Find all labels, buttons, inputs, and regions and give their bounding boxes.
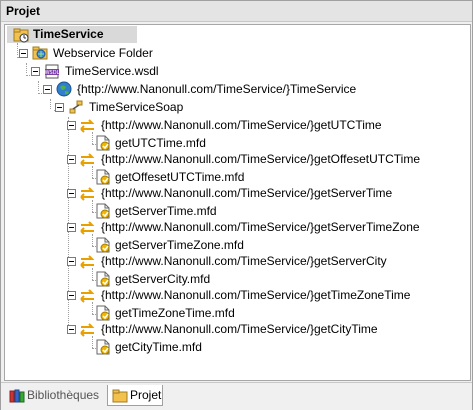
collapse-toggle[interactable]	[43, 85, 52, 94]
mapping-file-icon	[95, 169, 111, 185]
mapping-file-label: getServerTime.mfd	[115, 204, 217, 218]
tree-item-mapping-file[interactable]: getServerTimeZone.mfd	[95, 237, 275, 254]
tab-projet-label: Projet	[130, 388, 162, 402]
collapse-toggle[interactable]	[67, 189, 76, 198]
tab-bibliotheques[interactable]: Bibliothèques	[5, 385, 103, 406]
operation-label: {http://www.Nanonull.com/TimeService/}ge…	[101, 118, 382, 132]
collapse-toggle[interactable]	[55, 103, 64, 112]
svg-text:WSDL: WSDL	[45, 70, 60, 76]
mapping-file-icon	[95, 305, 111, 321]
tree-item-root[interactable]: TimeService	[7, 26, 137, 43]
port-icon	[68, 99, 84, 115]
operation-label: {http://www.Nanonull.com/TimeService/}ge…	[101, 152, 421, 166]
tree-item-operation[interactable]: {http://www.Nanonull.com/TimeService/}ge…	[67, 219, 427, 236]
collapse-toggle[interactable]	[19, 49, 28, 58]
wsdl-file-icon: WSDL	[44, 63, 60, 79]
operation-arrows-icon	[80, 152, 96, 168]
tree-item-port[interactable]: TimeServiceSoap	[55, 99, 215, 116]
panel-title: Projet	[6, 4, 41, 18]
collapse-toggle[interactable]	[67, 155, 76, 164]
tree-item-mapping-file[interactable]: getCityTime.mfd	[95, 339, 275, 356]
operation-arrows-icon	[80, 288, 96, 304]
operation-arrows-icon	[80, 118, 96, 134]
tab-bibliotheques-label: Bibliothèques	[27, 388, 100, 402]
collapse-toggle[interactable]	[67, 121, 76, 130]
mapping-file-icon	[95, 203, 111, 219]
tree-item-operation[interactable]: {http://www.Nanonull.com/TimeService/}ge…	[67, 185, 427, 202]
mapping-file-label: getTimeZoneTime.mfd	[115, 306, 235, 320]
project-panel: Projet TimeService Webservice Folder WSD…	[0, 0, 473, 410]
mapping-file-icon	[95, 271, 111, 287]
operation-arrows-icon	[80, 186, 96, 202]
operation-arrows-icon	[80, 254, 96, 270]
mapping-file-icon	[95, 237, 111, 253]
collapse-toggle[interactable]	[67, 325, 76, 334]
tab-projet[interactable]: Projet	[107, 385, 163, 406]
project-icon	[13, 27, 29, 43]
operation-arrows-icon	[80, 322, 96, 338]
libraries-icon	[9, 388, 25, 404]
tree-item-mapping-file[interactable]: getUTCTime.mfd	[95, 135, 275, 152]
operation-label: {http://www.Nanonull.com/TimeService/}ge…	[101, 186, 393, 200]
collapse-toggle[interactable]	[67, 291, 76, 300]
collapse-toggle[interactable]	[31, 67, 40, 76]
tree-item-operation[interactable]: {http://www.Nanonull.com/TimeService/}ge…	[67, 321, 427, 338]
tree-item-mapping-file[interactable]: getServerCity.mfd	[95, 271, 275, 288]
mapping-file-icon	[95, 135, 111, 151]
tree-item-mapping-file[interactable]: getServerTime.mfd	[95, 203, 275, 220]
collapse-toggle[interactable]	[67, 257, 76, 266]
operation-label: {http://www.Nanonull.com/TimeService/}ge…	[101, 254, 387, 268]
mapping-file-label: getCityTime.mfd	[115, 340, 202, 354]
tree-item-service-label: {http://www.Nanonull.com/TimeService/}Ti…	[77, 82, 357, 96]
tree-item-mapping-file[interactable]: getTimeZoneTime.mfd	[95, 305, 275, 322]
tree-item-operation[interactable]: {http://www.Nanonull.com/TimeService/}ge…	[67, 117, 427, 134]
operation-label: {http://www.Nanonull.com/TimeService/}ge…	[101, 322, 378, 336]
mapping-file-label: getServerTimeZone.mfd	[115, 238, 244, 252]
tree-item-webservice-folder-label: Webservice Folder	[53, 46, 153, 60]
tree-item-mapping-file[interactable]: getOffesetUTCTime.mfd	[95, 169, 275, 186]
tree-item-operation[interactable]: {http://www.Nanonull.com/TimeService/}ge…	[67, 253, 427, 270]
tree-item-wsdl[interactable]: WSDL TimeService.wsdl	[31, 63, 191, 80]
operation-label: {http://www.Nanonull.com/TimeService/}ge…	[101, 220, 420, 234]
tree-item-operation[interactable]: {http://www.Nanonull.com/TimeService/}ge…	[67, 287, 427, 304]
tree-item-operation[interactable]: {http://www.Nanonull.com/TimeService/}ge…	[67, 151, 427, 168]
operation-label: {http://www.Nanonull.com/TimeService/}ge…	[101, 288, 411, 302]
project-folder-icon	[112, 388, 128, 404]
mapping-file-icon	[95, 339, 111, 355]
operation-arrows-icon	[80, 220, 96, 236]
mapping-file-label: getOffesetUTCTime.mfd	[115, 170, 245, 184]
mapping-file-label: getUTCTime.mfd	[115, 136, 206, 150]
project-tree[interactable]: TimeService Webservice Folder WSDL TimeS…	[4, 24, 471, 381]
tree-item-root-label: TimeService	[33, 27, 104, 41]
webservice-folder-icon	[32, 45, 48, 61]
tree-item-wsdl-label: TimeService.wsdl	[65, 64, 159, 78]
collapse-toggle[interactable]	[67, 223, 76, 232]
tree-item-port-label: TimeServiceSoap	[89, 100, 184, 114]
panel-titlebar: Projet	[1, 1, 472, 22]
globe-icon	[56, 81, 72, 97]
panel-tabs: Bibliothèques Projet	[1, 382, 472, 410]
mapping-file-label: getServerCity.mfd	[115, 272, 211, 286]
tree-item-webservice-folder[interactable]: Webservice Folder	[19, 45, 169, 62]
tree-item-service[interactable]: {http://www.Nanonull.com/TimeService/}Ti…	[43, 81, 373, 98]
